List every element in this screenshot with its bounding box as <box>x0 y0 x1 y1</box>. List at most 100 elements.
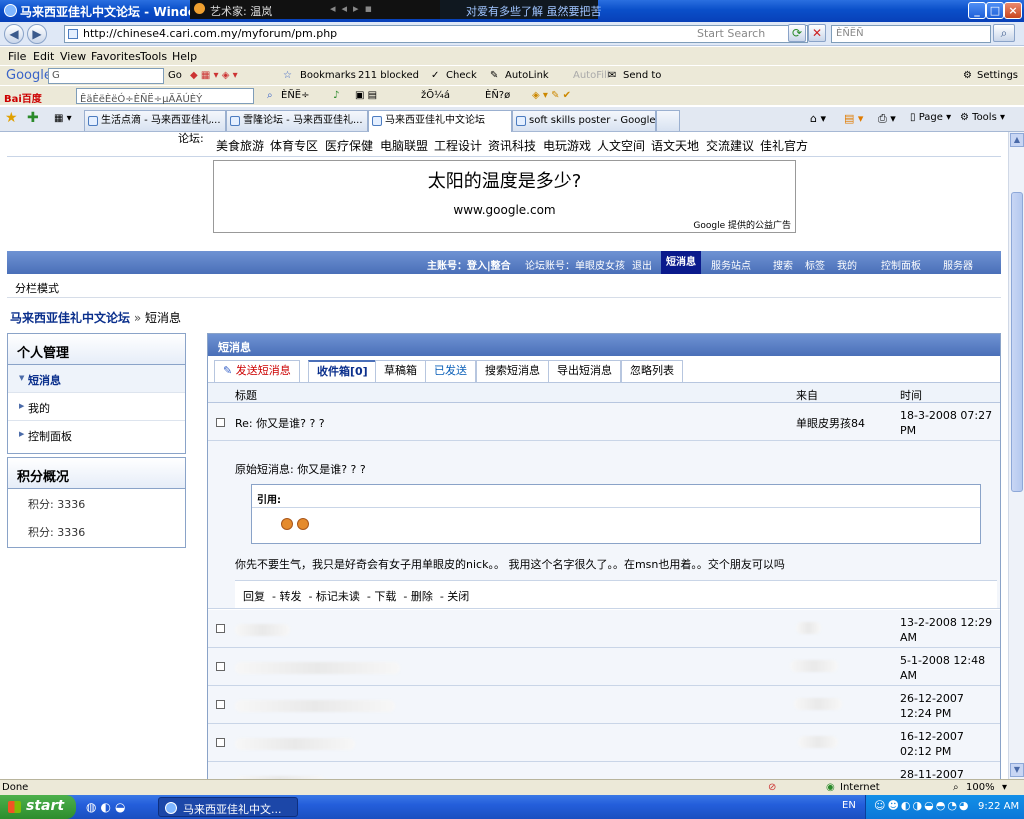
stop-icon[interactable]: ✕ <box>808 24 826 42</box>
zoom-level[interactable]: 100% <box>966 782 995 793</box>
scroll-up-icon[interactable]: ▲ <box>1010 133 1024 147</box>
baidu-search-input[interactable]: ÊäÈëÈëÓ÷ÈÑË÷µÄÄÚÈÝ <box>76 88 254 105</box>
baidu-item-3[interactable]: ÈÑ?ø <box>485 90 510 101</box>
quick-launch-icons[interactable]: ◍◐◒ <box>86 800 129 814</box>
layout-mode-link[interactable]: 分栏模式 <box>15 280 59 296</box>
new-tab-button[interactable] <box>656 110 680 131</box>
row-checkbox[interactable] <box>216 738 225 747</box>
check-button[interactable]: Check <box>446 70 477 81</box>
refresh-icon[interactable]: ⟳ <box>788 24 806 42</box>
zoom-dropdown-icon[interactable]: ▾ <box>1002 782 1007 793</box>
forward-icon[interactable]: ▶ <box>27 24 47 44</box>
row-checkbox[interactable] <box>216 700 225 709</box>
baidu-item-2[interactable]: žÕ¼á <box>421 90 450 101</box>
privacy-icon[interactable]: ⊘ <box>768 782 776 793</box>
taskbar-item-ie[interactable]: 马来西亚佳礼中文... <box>158 797 298 817</box>
table-row-expanded[interactable]: Re: 你又是谁? ? ? 单眼皮男孩84 18-3-2008 07:27 PM <box>208 403 1000 441</box>
bluebar-item[interactable]: 搜索 <box>773 257 793 272</box>
forum-nav-link[interactable]: 电脑联盟 <box>380 137 428 154</box>
google-ad-box[interactable]: 太阳的温度是多少? www.google.com Google 提供的公益广告 <box>213 160 796 233</box>
scroll-thumb[interactable] <box>1011 192 1023 492</box>
menu-tools[interactable]: Tools <box>140 50 167 63</box>
tab-drafts[interactable]: 草稿箱 <box>375 360 426 382</box>
table-row[interactable]: 26-12-2007 12:24 PM <box>208 686 1000 724</box>
tab-export-pm[interactable]: 导出短消息 <box>548 360 621 382</box>
feeds-icon[interactable]: ▤ ▾ <box>844 112 863 125</box>
ad-headline[interactable]: 太阳的温度是多少? <box>214 167 795 193</box>
security-zone[interactable]: Internet <box>840 782 880 793</box>
menu-file[interactable]: File <box>8 50 26 63</box>
home-icon[interactable]: ⌂ ▾ <box>810 112 826 125</box>
toolbar-misc-icons[interactable]: ◆ ▦ ▾ ◈ ▾ <box>190 70 238 81</box>
page-menu[interactable]: ▯ Page ▾ <box>910 112 951 123</box>
bookmarks-button[interactable]: Bookmarks <box>300 70 356 81</box>
minimize-button[interactable]: _ <box>968 2 986 19</box>
popup-blocked-button[interactable]: 211 blocked <box>358 70 419 81</box>
address-input[interactable]: http://chinese4.cari.com.my/myforum/pm.p… <box>64 25 808 43</box>
breadcrumb-home[interactable]: 马来西亚佳礼中文论坛 <box>10 311 130 325</box>
sendto-button[interactable]: Send to <box>623 70 661 81</box>
autolink-button[interactable]: AutoLink <box>505 70 549 81</box>
menu-help[interactable]: Help <box>172 50 197 63</box>
tab-inbox[interactable]: 收件箱[0] <box>308 360 377 382</box>
forum-nav-link[interactable]: 工程设计 <box>434 137 482 154</box>
settings-button[interactable]: Settings <box>977 70 1018 81</box>
tab-sent[interactable]: 已发送 <box>425 360 476 382</box>
forum-nav-link[interactable]: 电玩游戏 <box>543 137 591 154</box>
table-row[interactable]: 13-2-2008 12:29 AM <box>208 610 1000 648</box>
menu-view[interactable]: View <box>60 50 86 63</box>
sidebar-item-pm[interactable]: ▼ 短消息 <box>8 365 185 393</box>
table-row[interactable]: 5-1-2008 12:48 AM <box>208 648 1000 686</box>
maximize-button[interactable]: □ <box>986 2 1004 19</box>
vertical-scrollbar[interactable]: ▲ ▼ <box>1008 132 1024 779</box>
bluebar-item[interactable]: 标签 <box>805 257 825 272</box>
print-icon[interactable]: ⎙ ▾ <box>878 112 896 126</box>
tab-1[interactable]: 生活点滴 - 马来西亚佳礼... <box>84 110 226 131</box>
favorites-star-icon[interactable]: ★ <box>5 110 18 126</box>
quick-tabs-icon[interactable]: ▦ ▾ <box>54 113 72 124</box>
message-actions[interactable]: 回复 - 转发 - 标记未读 - 下载 - 删除 - 关闭 <box>243 588 469 604</box>
tab-3-active[interactable]: 马来西亚佳礼中文论坛 <box>368 110 512 132</box>
start-button[interactable]: start <box>0 795 76 819</box>
music-player-bar[interactable]: 艺术家: 温岚 ◂◂▸▪ <box>190 0 440 19</box>
table-row[interactable]: 28-11-2007 10:42 <box>208 762 1000 779</box>
forum-nav-link[interactable]: 人文空间 <box>597 137 645 154</box>
forum-nav-link[interactable]: 体育专区 <box>270 137 318 154</box>
forum-nav-link[interactable]: 语文天地 <box>651 137 699 154</box>
bluebar-item[interactable]: 服务器 <box>943 257 973 272</box>
row-subject[interactable]: Re: 你又是谁? ? ? <box>235 415 325 431</box>
forum-nav-link[interactable]: 资讯科技 <box>488 137 536 154</box>
pm-link-active[interactable]: 短消息 <box>661 251 701 274</box>
row-checkbox[interactable] <box>216 418 225 427</box>
sidebar-item-control-panel[interactable]: ▶ 控制面板 <box>8 421 185 449</box>
bluebar-item[interactable]: 控制面板 <box>881 257 921 272</box>
baidu-search-button[interactable]: ÈÑË÷ <box>281 90 310 101</box>
google-search-input[interactable]: G <box>48 68 164 84</box>
logout-link[interactable]: 退出 <box>632 257 652 272</box>
row-from[interactable]: 单眼皮男孩84 <box>796 415 865 431</box>
bluebar-item[interactable]: 我的 <box>837 257 857 272</box>
search-icon[interactable]: ⌕ <box>993 24 1015 42</box>
autofill-button[interactable]: AutoFill <box>573 70 610 81</box>
tab-search-pm[interactable]: 搜索短消息 <box>476 360 549 382</box>
ad-url[interactable]: www.google.com <box>214 203 795 217</box>
back-icon[interactable]: ◀ <box>4 24 24 44</box>
music-note-icon[interactable]: ♪ <box>333 90 339 101</box>
tab-ignore-list[interactable]: 忽略列表 <box>621 360 683 382</box>
table-row[interactable]: 16-12-2007 02:12 PM <box>208 724 1000 762</box>
row-checkbox[interactable] <box>216 662 225 671</box>
sidebar-item-mine[interactable]: ▶ 我的 <box>8 393 185 421</box>
player-controls-icon[interactable]: ◂◂▸▪ <box>330 2 378 15</box>
tools-menu[interactable]: ⚙ Tools ▾ <box>960 112 1005 123</box>
baidu-misc-icons[interactable]: ▣ ▤ <box>355 90 377 101</box>
tab-2[interactable]: 雪隆论坛 - 马来西亚佳礼... <box>226 110 368 131</box>
baidu-tool-icons[interactable]: ◈ ▾ ✎ ✔ <box>532 90 571 101</box>
scroll-down-icon[interactable]: ▼ <box>1010 763 1024 777</box>
main-account-link[interactable]: 主账号：登入|整合 <box>427 257 511 272</box>
live-search-input[interactable]: ÈÑËÑ <box>831 25 991 43</box>
forum-account-link[interactable]: 论坛账号：单眼皮女孩 <box>525 257 625 272</box>
tab-send-pm[interactable]: ✎ 发送短消息 <box>214 360 300 382</box>
bluebar-item[interactable]: 服务站点 <box>711 257 751 272</box>
tab-4[interactable]: soft skills poster - Google Im... <box>512 110 656 131</box>
window-title-bar[interactable]: 马来西亚佳礼中文论坛 - Windo 艺术家: 温岚 ◂◂▸▪ 对爱有多些了解 … <box>0 0 1024 22</box>
